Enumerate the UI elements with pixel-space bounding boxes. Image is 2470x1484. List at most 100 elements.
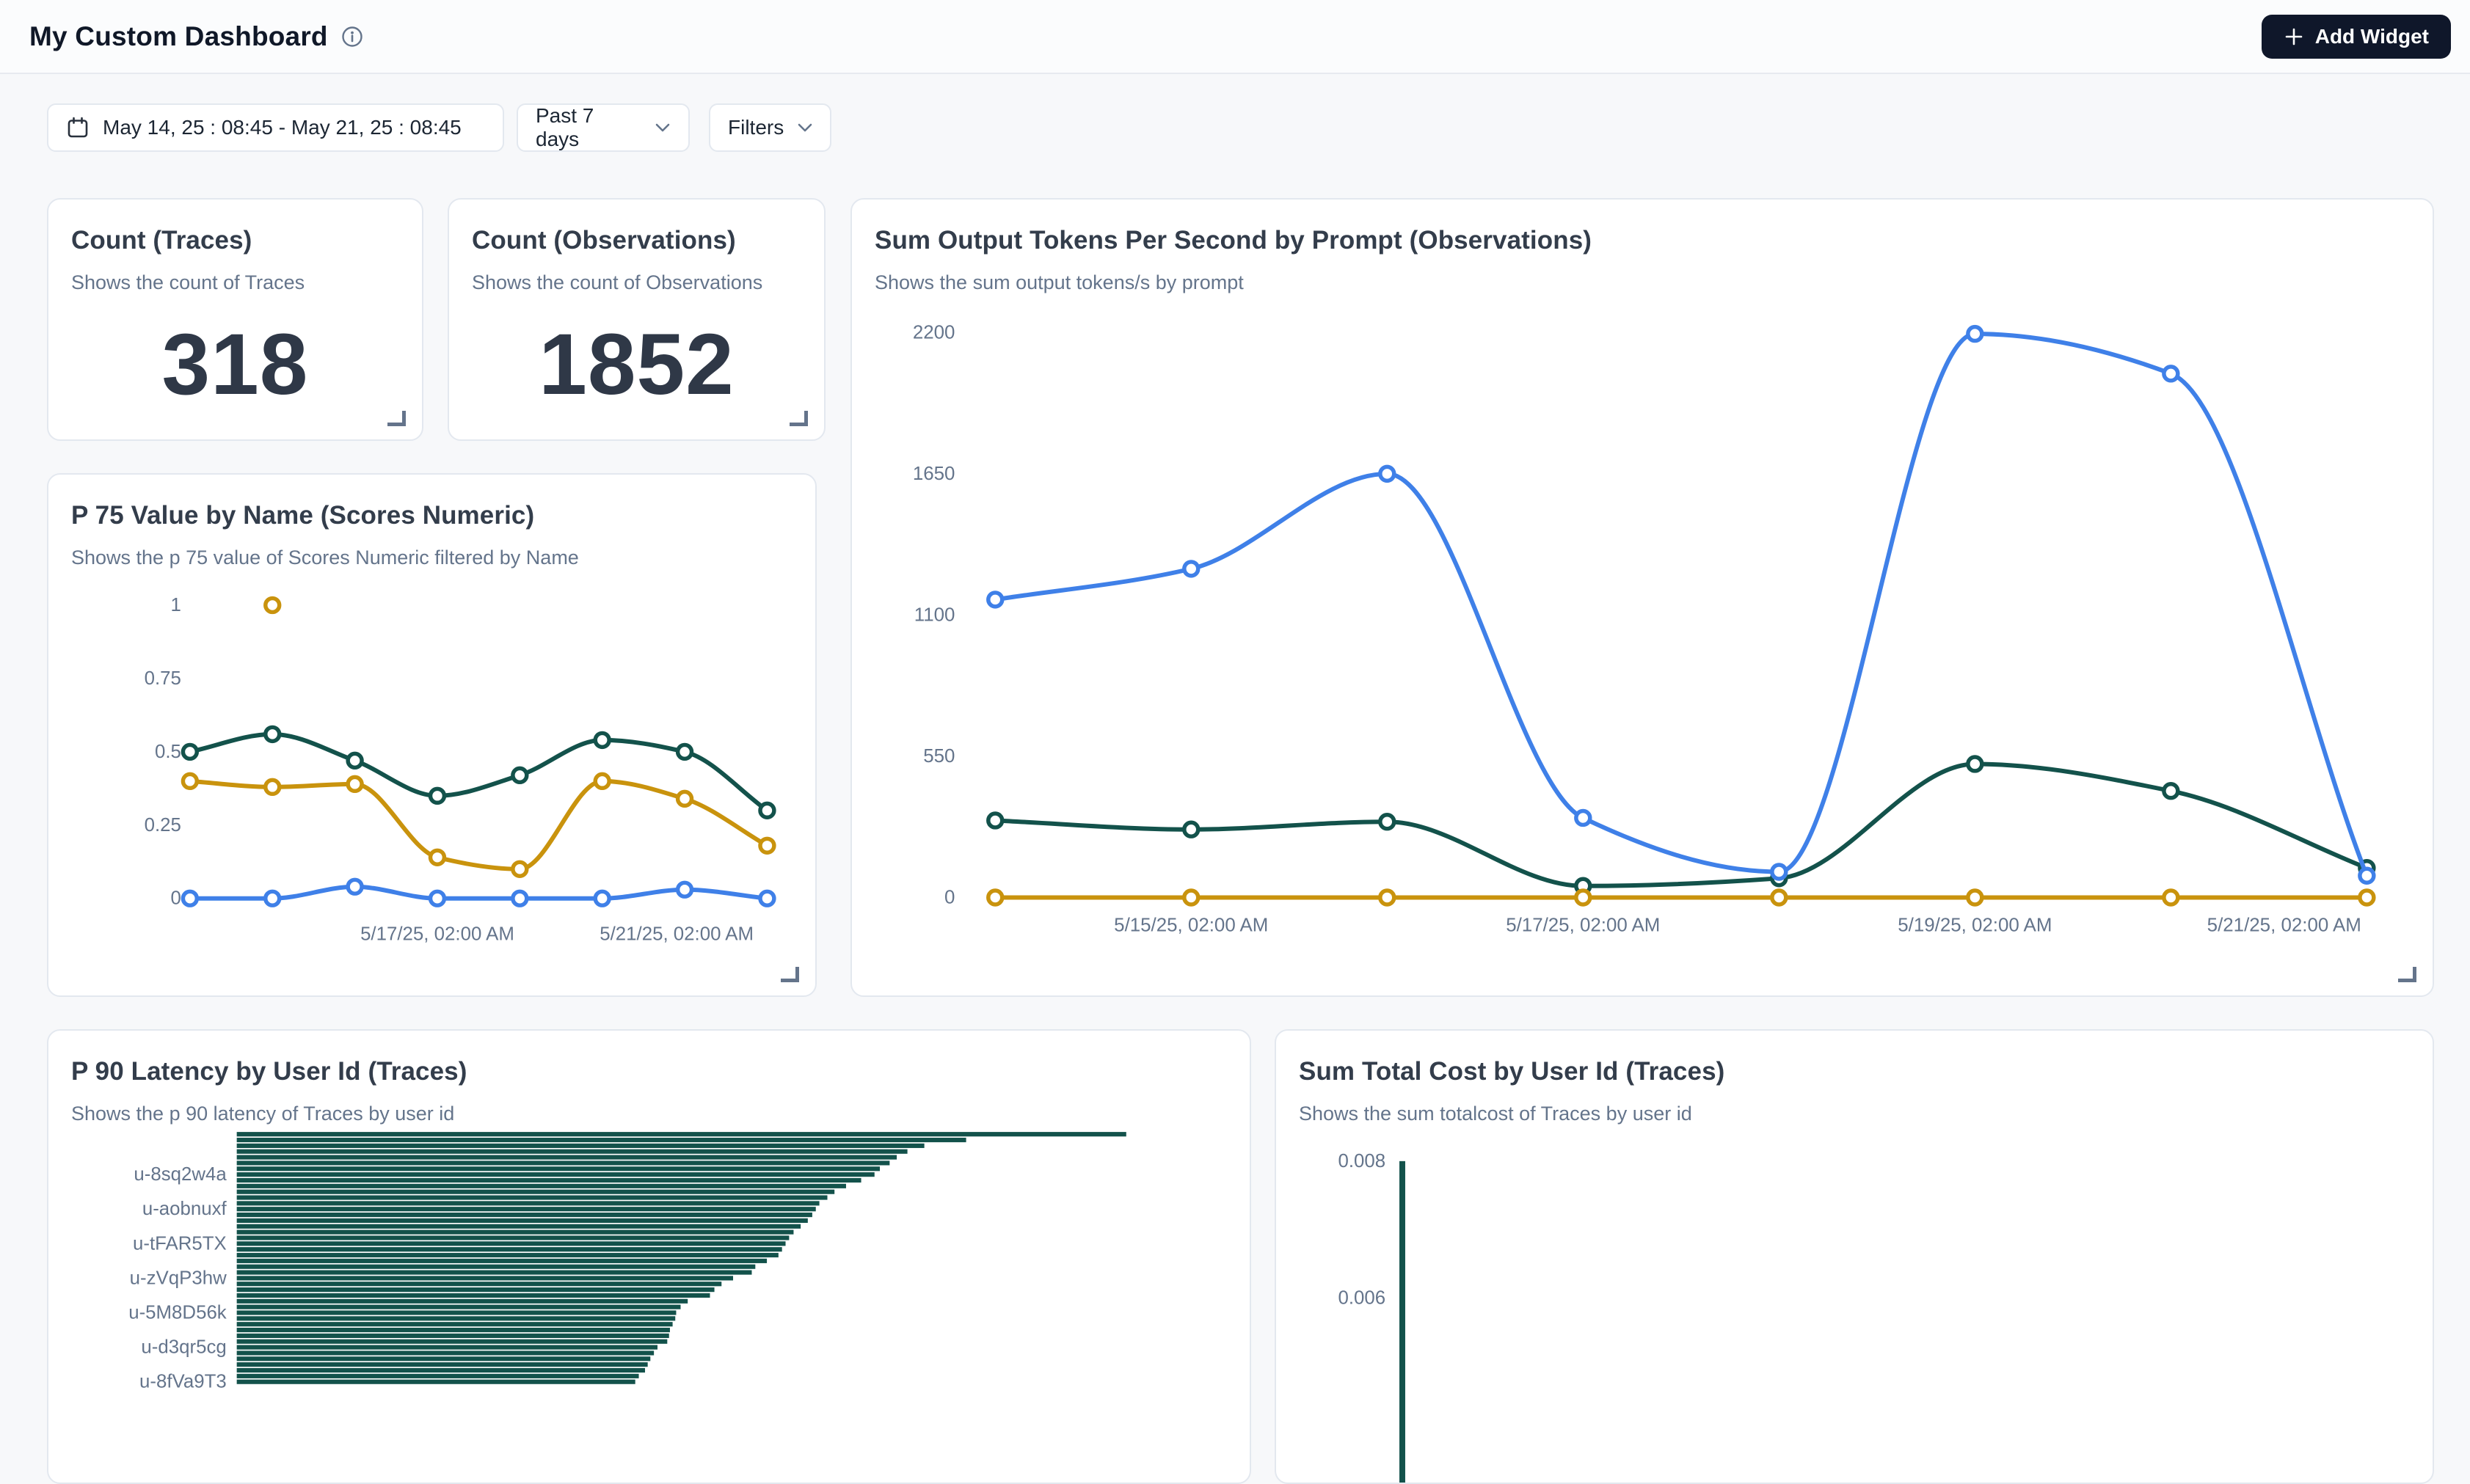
latency-bar: [237, 1230, 794, 1235]
resize-handle-icon[interactable]: [790, 411, 808, 426]
data-point-marker: [678, 882, 692, 896]
data-point-marker: [1576, 891, 1590, 904]
widget-subtitle: Shows the sum totalcost of Traces by use…: [1299, 1103, 2433, 1125]
latency-bar: [237, 1276, 733, 1280]
series-blue: [988, 327, 2374, 883]
axis-tick-label: u-aobnuxf: [142, 1199, 227, 1219]
resize-handle-icon[interactable]: [781, 967, 799, 982]
p90-latency-bar-chart: u-8sq2w4au-aobnuxfu-tFAR5TXu-zVqP3hwu-5M…: [48, 1031, 1250, 1483]
widget-count-traces: Count (Traces) Shows the count of Traces…: [47, 198, 423, 441]
series-blue: [183, 880, 773, 905]
latency-bar: [237, 1166, 880, 1171]
axis-tick-label: 0.006: [1338, 1288, 1386, 1309]
data-point-marker: [266, 780, 280, 794]
axis-tick-label: 0.75: [145, 668, 181, 689]
dashboard-page: My Custom Dashboard Add Widget: [0, 0, 2470, 1379]
widget-subtitle: Shows the sum output tokens/s by prompt: [875, 271, 2433, 294]
axis-tick-label: 5/17/25, 02:00 AM: [1506, 915, 1660, 935]
latency-bar: [237, 1138, 966, 1142]
widget-count-observations: Count (Observations) Shows the count of …: [448, 198, 826, 441]
latency-bar: [237, 1213, 812, 1217]
series-green: [183, 727, 773, 817]
filters-dropdown[interactable]: Filters: [709, 103, 831, 152]
latency-bar: [237, 1293, 710, 1298]
latency-bar: [237, 1195, 828, 1199]
resize-handle-icon[interactable]: [2398, 967, 2416, 982]
widget-total-cost: Sum Total Cost by User Id (Traces) Shows…: [1275, 1029, 2434, 1484]
latency-bar: [237, 1224, 801, 1229]
latency-bar: [237, 1235, 790, 1240]
latency-bar: [237, 1322, 673, 1326]
data-point-marker: [266, 891, 280, 905]
widget-subtitle: Shows the count of Traces: [71, 271, 422, 294]
page-title: My Custom Dashboard: [29, 21, 328, 52]
axis-tick-label: u-8fVa9T3: [139, 1372, 227, 1392]
data-point-marker: [1184, 822, 1198, 836]
axis-tick-label: u-zVqP3hw: [130, 1268, 227, 1288]
latency-bar: [237, 1350, 654, 1355]
info-icon[interactable]: [341, 26, 363, 48]
widget-subtitle: Shows the p 90 latency of Traces by user…: [71, 1103, 1250, 1125]
widget-title: P 90 Latency by User Id (Traces): [71, 1057, 1250, 1086]
chevron-down-icon: [797, 123, 813, 133]
widget-title: Count (Observations): [472, 226, 824, 255]
data-point-marker: [760, 838, 774, 852]
axis-tick-label: 1650: [913, 464, 955, 484]
axis-tick-label: 5/19/25, 02:00 AM: [1898, 915, 2052, 935]
series-orange: [988, 891, 2374, 904]
app-header: My Custom Dashboard Add Widget: [0, 0, 2470, 74]
latency-bar: [237, 1380, 635, 1384]
data-point-marker: [266, 727, 280, 741]
add-widget-button[interactable]: Add Widget: [2262, 15, 2451, 59]
latency-bar: [237, 1149, 908, 1154]
axis-tick-label: u-8sq2w4a: [134, 1164, 227, 1185]
latency-bar: [237, 1374, 639, 1378]
latency-bar: [237, 1259, 767, 1263]
series-line: [190, 734, 768, 811]
data-point-marker: [1772, 871, 1786, 885]
latency-bar: [237, 1287, 715, 1292]
latency-bar: [237, 1299, 688, 1304]
data-point-marker: [431, 891, 445, 905]
data-point-marker: [348, 777, 362, 791]
widget-output-tokens: Sum Output Tokens Per Second by Prompt (…: [850, 198, 2434, 997]
latency-bar: [237, 1305, 681, 1309]
calendar-icon: [66, 116, 90, 139]
chevron-down-icon: [655, 123, 671, 133]
data-point-marker: [1380, 891, 1394, 904]
axis-tick-label: 1: [171, 595, 181, 615]
date-range-button[interactable]: May 14, 25 : 08:45 - May 21, 25 : 08:45: [47, 103, 504, 152]
data-point-marker: [2164, 891, 2178, 904]
data-point-marker: [183, 774, 197, 788]
axis-tick-label: 0.25: [145, 815, 181, 836]
latency-bar: [237, 1345, 657, 1350]
data-point-marker: [1772, 891, 1786, 904]
latency-bar: [237, 1362, 648, 1367]
latency-bar: [237, 1184, 846, 1188]
axis-tick-label: 0: [171, 888, 181, 909]
axis-tick-label: 0.008: [1338, 1151, 1386, 1172]
data-point-marker: [348, 753, 362, 767]
date-preset-value: Past 7 days: [536, 104, 641, 151]
widget-title: Count (Traces): [71, 226, 422, 255]
data-point-marker: [183, 745, 197, 759]
widget-title: Sum Total Cost by User Id (Traces): [1299, 1057, 2433, 1086]
data-point-marker: [1576, 811, 1590, 825]
resize-handle-icon[interactable]: [387, 411, 406, 426]
data-point-marker: [2360, 869, 2374, 882]
date-preset-dropdown[interactable]: Past 7 days: [517, 103, 690, 152]
data-point-marker: [988, 891, 1002, 904]
count-traces-value: 318: [48, 321, 422, 408]
data-point-marker: [183, 891, 197, 905]
data-point-marker: [266, 599, 280, 613]
data-point-marker: [988, 814, 1002, 827]
axis-tick-label: u-5M8D56k: [128, 1303, 227, 1323]
series-orange: [183, 774, 773, 876]
series-green: [988, 757, 2374, 893]
data-point-marker: [2164, 367, 2178, 381]
axis-tick-label: u-d3qr5cg: [141, 1337, 226, 1358]
data-point-marker: [1968, 327, 1982, 341]
latency-bar: [237, 1339, 668, 1344]
axis-tick-label: 5/17/25, 02:00 AM: [360, 924, 514, 944]
axis-tick-label: 5/15/25, 02:00 AM: [1114, 915, 1268, 935]
